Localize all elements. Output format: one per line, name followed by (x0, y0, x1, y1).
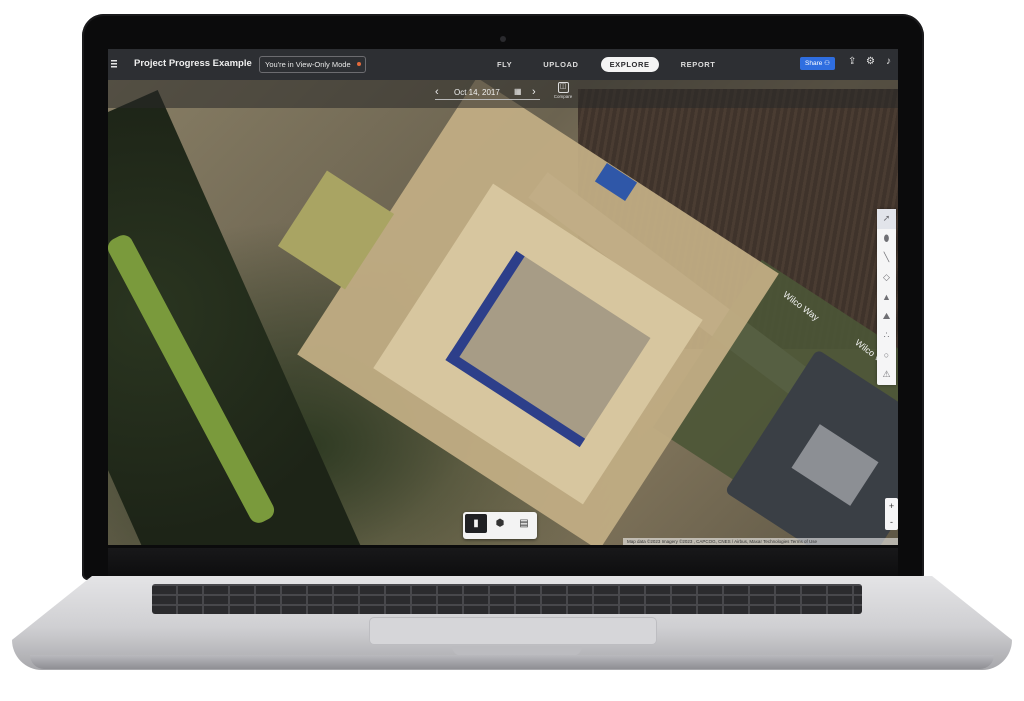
marker-icon[interactable]: ⬮ (877, 229, 896, 249)
elevation-icon[interactable]: ⛰ (877, 307, 896, 327)
bell-icon[interactable]: ♪ (886, 56, 891, 67)
project-title: Project Progress Example (134, 58, 252, 69)
volume-icon[interactable]: ▲ (877, 287, 896, 307)
compare-button[interactable]: ◫ Compare (550, 82, 576, 99)
laptop-base-edge (30, 655, 994, 669)
status-dot-icon (356, 62, 361, 66)
layout-icon[interactable]: ▤ (513, 514, 535, 533)
circle-icon[interactable]: ○ (877, 346, 896, 366)
aerial-map[interactable]: Wilco Way Wilco Way (108, 49, 898, 545)
people-icon: ⚇ (824, 60, 830, 67)
view-only-badge[interactable]: You're in View-Only Mode (259, 56, 366, 73)
tab-explore[interactable]: EXPLORE (600, 57, 659, 72)
zoom-control: + - (885, 498, 898, 530)
gear-icon[interactable]: ⚙ (866, 56, 875, 67)
points-icon[interactable]: ∴ (877, 326, 896, 346)
laptop-hinge (108, 548, 898, 580)
line-icon[interactable]: ╲ (877, 248, 896, 268)
nav-tabs: FLY UPLOAD EXPLORE REPORT (488, 57, 737, 72)
share-button[interactable]: Share ⚇ (800, 57, 835, 70)
next-date-chevron-icon[interactable]: › (532, 86, 536, 98)
upload-icon[interactable]: ⇪ (848, 56, 856, 67)
current-date: Oct 14, 2017 (454, 88, 500, 97)
tab-upload[interactable]: UPLOAD (534, 57, 587, 72)
pointer-icon[interactable]: ➚ (877, 209, 896, 229)
cube-3d-icon[interactable]: ⬢ (489, 514, 511, 533)
compare-icon: ◫ (557, 82, 569, 93)
webcam (500, 36, 506, 42)
menu-icon[interactable] (111, 60, 117, 68)
app-screen: Wilco Way Wilco Way Project Progress Exa… (108, 49, 898, 545)
zoom-in-button[interactable]: + (885, 498, 898, 514)
compare-label: Compare (553, 94, 573, 99)
tab-fly[interactable]: FLY (488, 57, 521, 72)
share-label: Share (805, 60, 823, 67)
map-2d-icon[interactable]: ▮ (465, 514, 487, 533)
area-icon[interactable]: ◇ (877, 268, 896, 288)
zoom-out-button[interactable]: - (885, 514, 898, 530)
calendar-icon[interactable]: ▦ (514, 87, 522, 96)
view-mode-switch: ▮ ⬢ ▤ (463, 512, 537, 539)
laptop-trackpad (370, 618, 656, 644)
warning-icon[interactable]: ⚠ (877, 365, 896, 385)
app-header: Project Progress Example You're in View-… (108, 49, 898, 80)
laptop-keyboard (152, 584, 862, 614)
tab-report[interactable]: REPORT (672, 57, 725, 72)
tool-palette: ➚ ⬮ ╲ ◇ ▲ ⛰ ∴ ○ ⚠ (877, 209, 896, 385)
view-only-label: You're in View-Only Mode (265, 60, 351, 69)
map-attribution: Map data ©2023 Imagery ©2023 , CAPCOG, C… (623, 538, 898, 545)
